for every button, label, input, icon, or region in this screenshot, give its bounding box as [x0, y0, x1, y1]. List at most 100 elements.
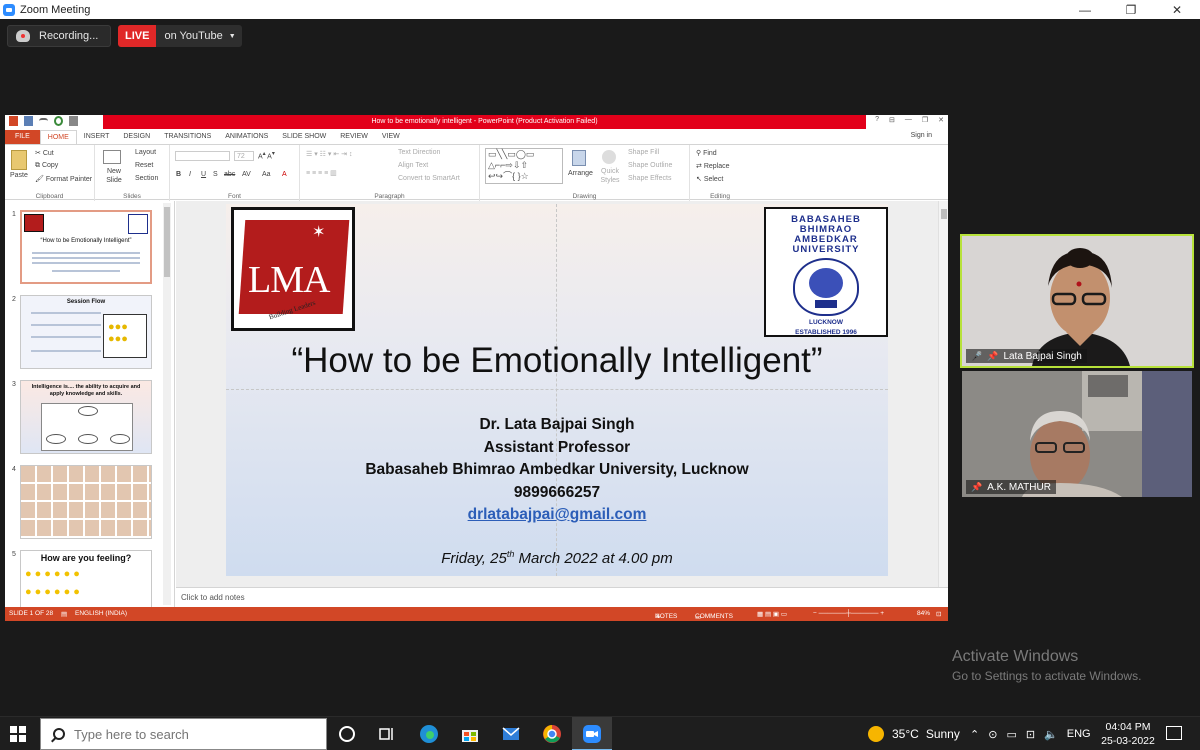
- slide-thumbnail-5[interactable]: How are you feeling? ●●●●●● ●●●●●●: [20, 550, 152, 607]
- slide-presenter-info[interactable]: Dr. Lata Bajpai Singh Assistant Professo…: [226, 414, 888, 527]
- chrome-icon[interactable]: [542, 724, 562, 744]
- font-size-box[interactable]: 72: [234, 151, 254, 161]
- tab-insert[interactable]: INSERT: [77, 130, 117, 144]
- cortana-icon[interactable]: [337, 724, 357, 744]
- select-button[interactable]: ↖ Select: [696, 175, 723, 183]
- language-status[interactable]: ENGLISH (INDIA): [75, 610, 127, 617]
- find-button[interactable]: ⚲ Find: [696, 149, 717, 157]
- char-spacing-button[interactable]: AV: [242, 171, 251, 178]
- volume-icon[interactable]: 🔈: [1044, 728, 1058, 741]
- change-case-button[interactable]: Aa: [262, 171, 271, 178]
- network-icon[interactable]: ▭: [1006, 728, 1016, 741]
- taskbar-search[interactable]: [40, 718, 327, 750]
- view-buttons[interactable]: ▦ ▤ ▣ ▭: [757, 610, 787, 618]
- align-text-button[interactable]: Align Text: [398, 162, 428, 169]
- tab-view[interactable]: VIEW: [375, 130, 407, 144]
- presenter-email-link[interactable]: drlatabajpai@gmail.com: [226, 504, 888, 527]
- slide-scrollbar[interactable]: [938, 201, 948, 587]
- layout-button[interactable]: Layout: [135, 149, 156, 156]
- tab-file[interactable]: FILE: [5, 130, 40, 144]
- slide-thumbnail-3[interactable]: Intelligence is.... the ability to acqui…: [20, 380, 152, 454]
- undo-icon[interactable]: [39, 118, 48, 124]
- live-stream-indicator[interactable]: LIVE on YouTube ▼: [118, 25, 242, 47]
- edge-browser-icon[interactable]: [419, 724, 439, 744]
- close-button[interactable]: ✕: [1154, 0, 1200, 19]
- tab-review[interactable]: REVIEW: [333, 130, 375, 144]
- reset-button[interactable]: Reset: [135, 162, 153, 169]
- italic-button[interactable]: I: [189, 171, 191, 178]
- weather-widget[interactable]: 35°C Sunny: [868, 717, 960, 750]
- shapes-gallery[interactable]: ▭╲╲▭◯▭ △⌐⌐⇨⇩⇧ ↩↪⌒{ }☆: [485, 148, 563, 184]
- new-slide-icon[interactable]: [103, 150, 121, 164]
- current-slide[interactable]: ✶ LMA Building Leaders BABASAHEB BHIMRAO…: [226, 204, 888, 576]
- redo-icon[interactable]: [54, 116, 63, 126]
- mail-icon[interactable]: [501, 724, 521, 744]
- zoom-level[interactable]: 84%: [917, 610, 930, 617]
- ppt-close-button[interactable]: ✕: [938, 116, 944, 124]
- convert-smartart-button[interactable]: Convert to SmartArt: [398, 175, 460, 182]
- tab-home[interactable]: HOME: [39, 130, 77, 144]
- help-button[interactable]: ?: [875, 116, 879, 124]
- ribbon-display-button[interactable]: ⊟: [889, 116, 895, 124]
- strikethrough-button[interactable]: abc: [224, 171, 235, 178]
- section-button[interactable]: Section: [135, 175, 158, 182]
- ppt-restore-button[interactable]: ❐: [922, 116, 928, 124]
- sign-in-link[interactable]: Sign in: [911, 132, 932, 139]
- minimize-button[interactable]: —: [1062, 0, 1108, 19]
- slide-thumbnail-1[interactable]: “How to be Emotionally Intelligent”: [20, 210, 152, 284]
- bold-button[interactable]: B: [176, 171, 181, 178]
- slide-thumbnail-4[interactable]: [20, 465, 152, 539]
- text-direction-button[interactable]: Text Direction: [398, 149, 440, 156]
- font-grow-shrink[interactable]: A▴ A▾: [258, 151, 275, 160]
- chevron-up-icon[interactable]: ⌃: [970, 728, 979, 741]
- participant-video-active-speaker[interactable]: 🎤 📌 Lata Bajpai Singh: [960, 234, 1194, 368]
- arrange-button[interactable]: Arrange: [568, 170, 593, 177]
- shape-effects-button[interactable]: Shape Effects: [628, 175, 671, 182]
- spellcheck-icon[interactable]: ▤: [61, 610, 67, 618]
- font-color-button[interactable]: A: [282, 171, 287, 178]
- tab-slide-show[interactable]: SLIDE SHOW: [275, 130, 333, 144]
- save-icon[interactable]: [24, 116, 33, 126]
- tab-design[interactable]: DESIGN: [116, 130, 157, 144]
- recording-indicator[interactable]: Recording...: [7, 25, 111, 47]
- font-name-box[interactable]: [175, 151, 230, 161]
- shape-outline-button[interactable]: Shape Outline: [628, 162, 672, 169]
- underline-button[interactable]: U: [201, 171, 206, 178]
- tab-animations[interactable]: ANIMATIONS: [218, 130, 275, 144]
- quick-styles-icon[interactable]: [602, 150, 616, 164]
- bullets-button[interactable]: ☰ ▾ ☷ ▾ ⇤ ⇥ ↕: [306, 150, 352, 158]
- task-view-icon[interactable]: [377, 724, 397, 744]
- new-slide-button[interactable]: New Slide: [100, 167, 128, 185]
- thumbnail-scrollbar[interactable]: [163, 203, 171, 605]
- zoom-taskbar-button[interactable]: [572, 717, 612, 750]
- paste-button[interactable]: Paste: [10, 172, 28, 179]
- start-slideshow-icon[interactable]: [69, 116, 78, 126]
- notes-pane[interactable]: Click to add notes: [176, 587, 948, 607]
- replace-button[interactable]: ⇄ Replace: [696, 162, 730, 170]
- monitor-icon[interactable]: ⊡: [1026, 728, 1035, 741]
- copy-button[interactable]: ⧉ Copy: [35, 162, 58, 170]
- zoom-slider[interactable]: − ──────┼────── +: [813, 610, 884, 617]
- shape-fill-button[interactable]: Shape Fill: [628, 149, 659, 156]
- participant-video[interactable]: 📌 A.K. MATHUR: [962, 371, 1192, 497]
- input-language[interactable]: ENG: [1067, 728, 1091, 740]
- search-input[interactable]: [74, 726, 314, 742]
- fit-to-window-icon[interactable]: ⊡: [936, 610, 941, 618]
- shadow-button[interactable]: S: [213, 171, 218, 178]
- tab-transitions[interactable]: TRANSITIONS: [157, 130, 218, 144]
- quick-styles-button[interactable]: Quick Styles: [597, 167, 623, 185]
- cut-button[interactable]: ✂ Cut: [35, 149, 54, 157]
- slide-title[interactable]: “How to be Emotionally Intelligent”: [226, 341, 888, 381]
- format-painter-button[interactable]: 🖌 Format Painter: [35, 175, 92, 183]
- paste-icon[interactable]: [11, 150, 27, 170]
- store-icon[interactable]: [460, 724, 480, 744]
- arrange-icon[interactable]: [572, 150, 586, 166]
- meet-now-icon[interactable]: ⊙: [988, 728, 997, 741]
- align-buttons[interactable]: ≡ ≡ ≡ ≡ ▥: [306, 169, 337, 177]
- live-target[interactable]: on YouTube ▼: [156, 25, 242, 47]
- notifications-icon[interactable]: [1166, 726, 1182, 740]
- taskbar-clock[interactable]: 04:04 PM 25-03-2022: [1098, 720, 1158, 748]
- session-date[interactable]: Friday, 25th March 2022 at 4.00 pm: [226, 549, 888, 567]
- ppt-minimize-button[interactable]: —: [905, 116, 912, 124]
- start-button[interactable]: [10, 726, 26, 742]
